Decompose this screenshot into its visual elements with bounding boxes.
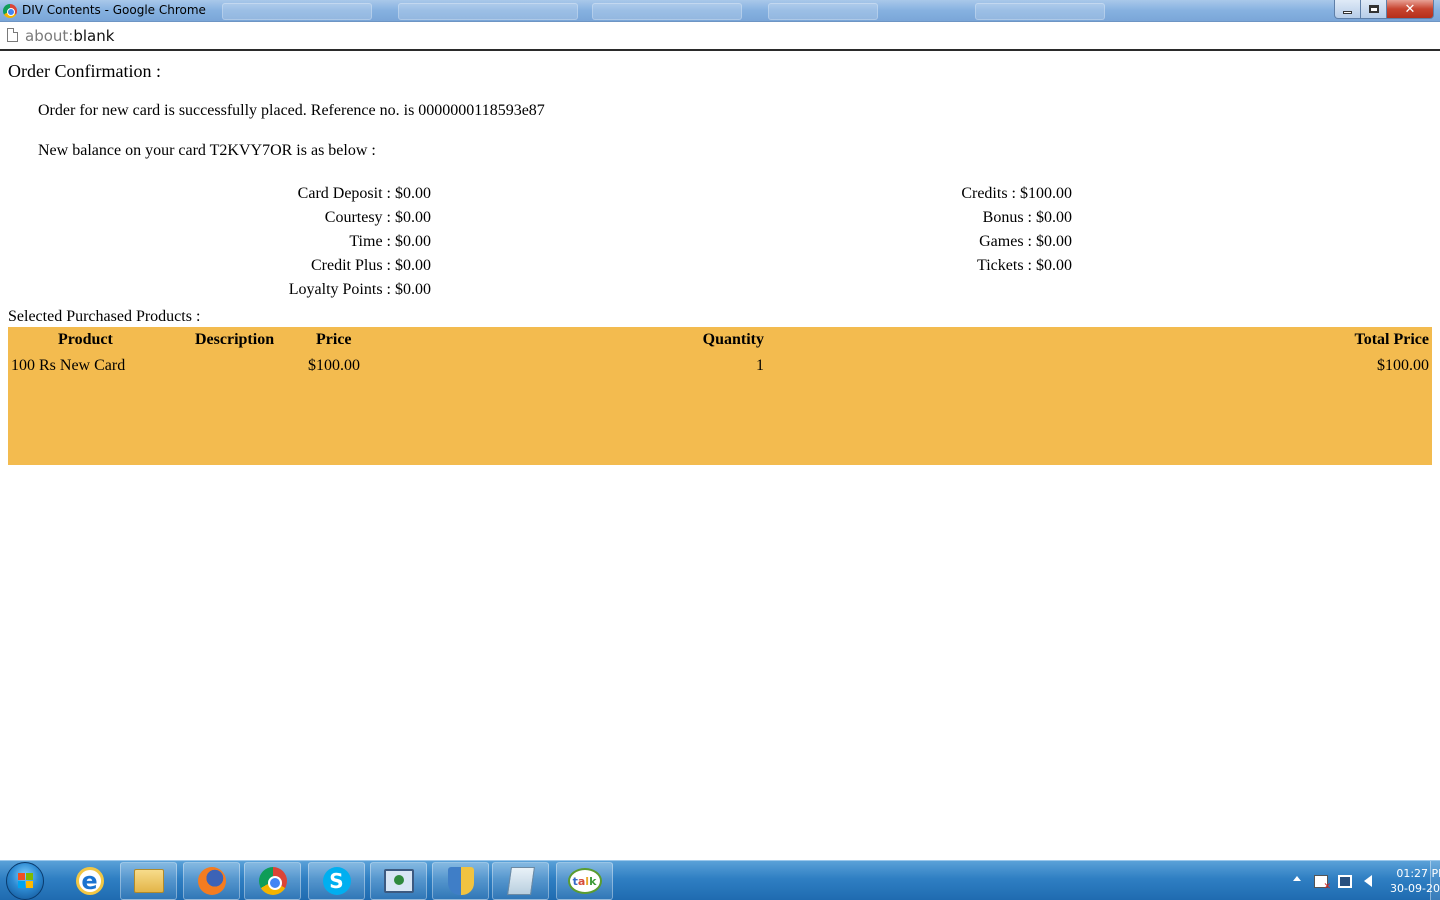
balance-intro: New balance on your card T2KVY7OR is as …	[38, 142, 376, 159]
cell-product: 100 Rs New Card	[11, 357, 126, 374]
background-window-tab[interactable]	[398, 3, 578, 20]
network-icon[interactable]	[1338, 875, 1352, 888]
restore-icon	[1368, 5, 1379, 13]
balance-label: Time	[349, 233, 383, 250]
balance-list-right: Credits : $100.00 Bonus : $0.00 Games : …	[700, 182, 1072, 278]
cell-quantity: 1	[756, 357, 764, 374]
start-button[interactable]	[6, 862, 44, 900]
background-window-tab[interactable]	[768, 3, 878, 20]
order-message: Order for new card is successfully place…	[38, 102, 545, 119]
minimize-button[interactable]	[1334, 0, 1361, 19]
balance-value: $0.00	[395, 185, 431, 202]
balance-row: Games : $0.00	[979, 233, 1072, 250]
balance-label: Credits	[961, 185, 1008, 202]
taskbar: e S talk 01:27 PM 30-09-2014	[0, 860, 1440, 900]
balance-row: Tickets : $0.00	[977, 257, 1072, 274]
column-header-quantity: Quantity	[702, 331, 764, 348]
chrome-logo-icon	[3, 4, 17, 18]
firefox-icon	[197, 867, 226, 895]
notepad-icon	[506, 867, 535, 895]
skype-icon: S	[322, 867, 351, 895]
background-window-tab[interactable]	[592, 3, 742, 20]
balance-label: Credit Plus	[310, 257, 383, 274]
action-center-icon[interactable]	[1314, 875, 1331, 892]
balance-row: Bonus : $0.00	[982, 209, 1072, 226]
url-path: blank	[73, 27, 115, 45]
maximize-button[interactable]	[1361, 0, 1387, 19]
system-tray: 01:27 PM 30-09-2014	[1240, 861, 1440, 900]
balance-value: $0.00	[1036, 257, 1072, 274]
window-title: DIV Contents - Google Chrome	[22, 3, 206, 17]
column-header-price: Price	[316, 331, 352, 348]
column-header-product: Product	[58, 331, 113, 348]
background-window-tab[interactable]	[222, 3, 372, 20]
balance-row: Credits : $100.00	[961, 185, 1072, 202]
cell-total-price: $100.00	[1377, 357, 1429, 374]
balance-label: Bonus	[982, 209, 1024, 226]
balance-label: Tickets	[977, 257, 1024, 274]
address-bar[interactable]: about:blank	[0, 22, 1440, 51]
window-controls: ✕	[1334, 0, 1434, 20]
volume-icon[interactable]	[1364, 875, 1372, 887]
chrome-icon	[258, 867, 287, 895]
balance-row: Time : $0.00	[349, 233, 431, 250]
balance-label: Courtesy	[324, 209, 383, 226]
taskbar-shield-app[interactable]	[432, 862, 489, 900]
taskbar-skype[interactable]: S	[308, 862, 365, 900]
minimize-icon	[1343, 10, 1352, 14]
shield-app-icon	[447, 867, 474, 895]
balance-value: $0.00	[1036, 233, 1072, 250]
balance-value: $0.00	[1036, 209, 1072, 226]
page-title: Order Confirmation :	[8, 61, 161, 81]
column-header-total-price: Total Price	[1354, 331, 1430, 348]
file-explorer-icon	[133, 869, 164, 893]
column-header-description: Description	[195, 331, 275, 348]
windows-logo-icon	[18, 873, 34, 889]
close-button[interactable]: ✕	[1387, 0, 1434, 19]
taskbar-chrome[interactable]	[244, 862, 301, 900]
internet-explorer-icon: e	[75, 867, 104, 895]
url-scheme: about:	[25, 27, 74, 45]
balance-row: Card Deposit : $0.00	[297, 185, 431, 202]
background-window-tab[interactable]	[975, 3, 1105, 20]
balance-row: Credit Plus : $0.00	[310, 257, 431, 274]
show-desktop-button[interactable]	[1430, 861, 1440, 900]
taskbar-firefox[interactable]	[183, 862, 240, 900]
taskbar-file-explorer[interactable]	[120, 862, 177, 900]
taskbar-remote-desktop[interactable]	[370, 862, 427, 900]
balance-list-left: Card Deposit : $0.00 Courtesy : $0.00 Ti…	[0, 182, 431, 302]
google-talk-icon: talk	[567, 868, 602, 894]
taskbar-notepad[interactable]	[492, 862, 549, 900]
cell-price: $100.00	[308, 357, 360, 374]
remote-desktop-icon	[383, 869, 414, 893]
balance-label: Card Deposit	[297, 185, 383, 202]
show-hidden-icons-button[interactable]	[1293, 876, 1301, 881]
balance-value: $100.00	[1020, 185, 1072, 202]
products-section-label: Selected Purchased Products :	[8, 308, 201, 325]
balance-row: Loyalty Points : $0.00	[288, 281, 431, 298]
balance-value: $0.00	[395, 209, 431, 226]
taskbar-internet-explorer[interactable]: e	[61, 862, 118, 900]
taskbar-google-talk[interactable]: talk	[556, 862, 613, 900]
window-title-bar: DIV Contents - Google Chrome ✕	[0, 0, 1440, 22]
balance-row: Courtesy : $0.00	[324, 209, 431, 226]
products-table: Product Description Price Quantity Total…	[8, 327, 1432, 465]
close-icon: ✕	[1404, 1, 1416, 17]
page-icon	[7, 28, 18, 42]
balance-value: $0.00	[395, 257, 431, 274]
url-text[interactable]: about:blank	[25, 27, 114, 45]
balance-label: Loyalty Points	[288, 281, 383, 298]
balance-value: $0.00	[395, 281, 431, 298]
balance-label: Games	[979, 233, 1024, 250]
balance-value: $0.00	[395, 233, 431, 250]
